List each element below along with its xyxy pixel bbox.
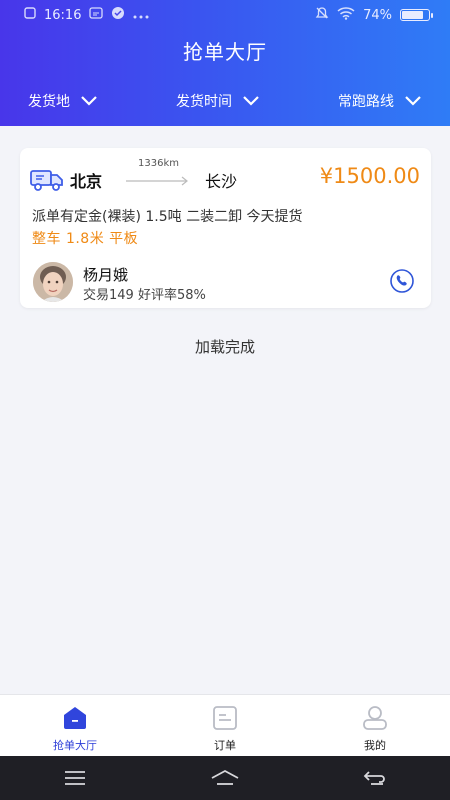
filter-frequent-route-label: 常跑路线 bbox=[338, 94, 394, 110]
chevron-down-icon bbox=[81, 96, 97, 106]
page-title: 抢单大厅 bbox=[183, 40, 267, 64]
status-bar: 16:16 74% bbox=[0, 0, 450, 30]
app-notification-icon bbox=[111, 6, 125, 24]
home-nav-button[interactable] bbox=[205, 763, 245, 793]
more-dots-icon bbox=[133, 8, 149, 23]
destination-city: 长沙 bbox=[205, 172, 238, 191]
order-route: 北京 1336km 长沙 ¥1500.00 bbox=[30, 158, 420, 194]
system-nav-bar bbox=[0, 756, 450, 800]
home-icon bbox=[211, 769, 239, 785]
truck-icon bbox=[30, 170, 63, 191]
chevron-down-icon bbox=[243, 96, 259, 106]
avatar bbox=[33, 262, 73, 302]
filter-ship-time-label: 发货时间 bbox=[176, 94, 232, 110]
filter-origin-label: 发货地 bbox=[28, 94, 70, 110]
tab-orders-label: 订单 bbox=[214, 739, 236, 752]
tab-profile[interactable]: 我的 bbox=[300, 695, 450, 756]
mute-icon bbox=[315, 6, 329, 24]
wifi-icon bbox=[337, 6, 355, 24]
truck-type: 整车 1.8米 平板 bbox=[32, 231, 139, 247]
chevron-down-icon bbox=[405, 96, 421, 106]
filter-bar: 发货地 发货时间 常跑路线 bbox=[0, 88, 450, 114]
shipper-stats: 交易149 好评率58% bbox=[83, 288, 206, 303]
order-description: 派单有定金(裸装) 1.5吨 二装二卸 今天提货 bbox=[32, 209, 303, 225]
battery-icon bbox=[400, 9, 433, 21]
order-icon bbox=[213, 706, 237, 730]
shipper-name: 杨月娥 bbox=[83, 266, 129, 284]
route-arrow-icon bbox=[126, 176, 188, 186]
phone-call-icon[interactable] bbox=[389, 268, 415, 294]
filter-frequent-route[interactable]: 常跑路线 bbox=[338, 88, 422, 114]
tab-profile-label: 我的 bbox=[364, 739, 386, 752]
menu-nav-button[interactable] bbox=[55, 763, 95, 793]
filter-ship-time[interactable]: 发货时间 bbox=[176, 88, 260, 114]
route-distance: 1336km bbox=[138, 158, 179, 169]
bottom-tab-bar: 抢单大厅 订单 我的 bbox=[0, 694, 450, 756]
origin-city: 北京 bbox=[70, 172, 103, 191]
grab-order-icon bbox=[64, 707, 86, 729]
order-price: ¥1500.00 bbox=[319, 164, 420, 188]
back-nav-button[interactable] bbox=[355, 763, 395, 793]
tab-grab-order-label: 抢单大厅 bbox=[53, 739, 97, 752]
order-card[interactable]: 北京 1336km 长沙 ¥1500.00 派单有定金(裸装) 1.5吨 二装二… bbox=[20, 148, 431, 308]
status-time: 16:16 bbox=[44, 7, 82, 23]
notification-icon bbox=[89, 7, 104, 23]
sim-icon bbox=[24, 7, 36, 23]
tab-grab-order[interactable]: 抢单大厅 bbox=[0, 695, 150, 756]
menu-icon bbox=[65, 771, 85, 785]
tab-orders[interactable]: 订单 bbox=[150, 695, 300, 756]
load-complete-text: 加载完成 bbox=[194, 338, 255, 356]
back-icon bbox=[363, 771, 385, 785]
filter-origin[interactable]: 发货地 bbox=[28, 88, 98, 114]
profile-icon bbox=[363, 706, 387, 730]
battery-percentage: 74% bbox=[363, 7, 392, 23]
header: 16:16 74% 抢单大厅 发货地 发货时间 常跑路线 bbox=[0, 0, 450, 126]
